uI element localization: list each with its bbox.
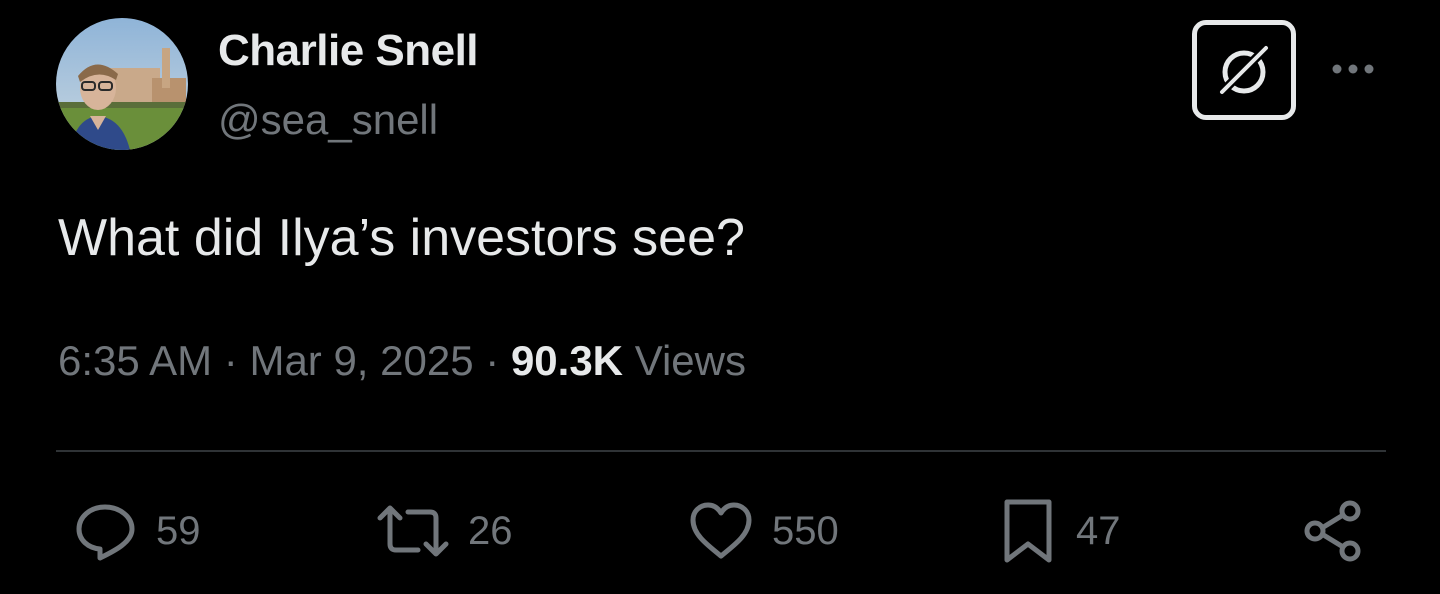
grok-button[interactable] (1192, 20, 1296, 120)
tweet-text: What did Ilya’s investors see? (58, 209, 745, 267)
divider (56, 450, 1386, 452)
repost-count: 26 (468, 508, 513, 553)
share-button[interactable] (1300, 496, 1366, 566)
reply-button[interactable]: 59 (72, 496, 201, 566)
meta-separator: · (223, 337, 238, 384)
more-dots-icon (1332, 64, 1374, 74)
more-options-button[interactable] (1328, 52, 1382, 86)
like-count: 550 (772, 508, 839, 553)
avatar[interactable] (56, 18, 188, 150)
repost-arrows-icon (377, 505, 449, 557)
views-label: Views (634, 337, 746, 384)
tweet-date[interactable]: Mar 9, 2025 (249, 337, 473, 384)
bookmark-button[interactable]: 47 (998, 496, 1121, 566)
views-count: 90.3K (510, 337, 624, 384)
tweet: Charlie Snell @sea_snell What did Ilya’s… (0, 0, 1440, 594)
like-button[interactable]: 550 (688, 496, 839, 566)
bookmark-icon (1004, 499, 1052, 563)
bookmark-count: 47 (1076, 508, 1121, 553)
display-name[interactable]: Charlie Snell (218, 26, 479, 76)
handle[interactable]: @sea_snell (218, 96, 438, 144)
meta-separator: · (485, 337, 500, 384)
repost-button[interactable]: 26 (376, 496, 513, 566)
grok-icon (1215, 41, 1273, 99)
share-icon (1304, 500, 1361, 562)
reply-bubble-icon (76, 504, 135, 561)
tweet-time[interactable]: 6:35 AM (58, 337, 212, 384)
reply-count: 59 (156, 508, 201, 553)
heart-icon (690, 502, 752, 559)
tweet-meta: 6:35 AM · Mar 9, 2025 · 90.3K Views (58, 337, 746, 385)
avatar-photo (56, 18, 188, 150)
